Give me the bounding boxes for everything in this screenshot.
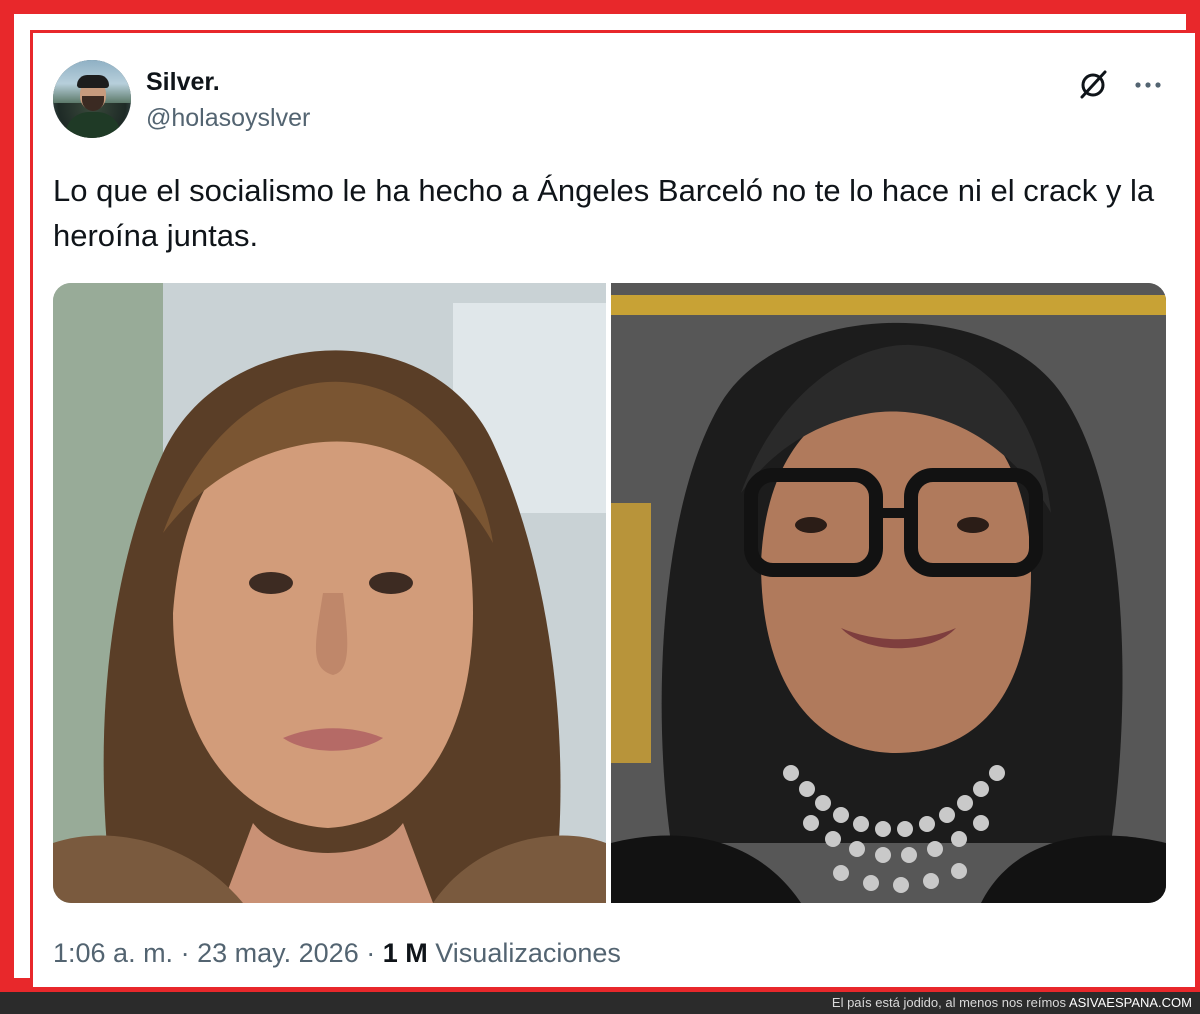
outer-red-frame: Silver. @holasoyslver Lo que el socialis… bbox=[0, 0, 1200, 992]
footer-brand[interactable]: ASIVAESPANA.COM bbox=[1069, 995, 1192, 1010]
meta-separator: · bbox=[180, 938, 190, 968]
photo-older-woman[interactable] bbox=[611, 283, 1166, 903]
watermark-footer: El país está jodido, al menos nos reímos… bbox=[0, 992, 1200, 1014]
author-handle[interactable]: @holasoyslver bbox=[146, 104, 310, 133]
more-options-button[interactable] bbox=[1128, 65, 1168, 105]
tweet-text: Lo que el socialismo le ha hecho a Ángel… bbox=[53, 173, 1155, 253]
views-count: 1 M bbox=[382, 938, 428, 968]
tweet-card: Silver. @holasoyslver Lo que el socialis… bbox=[30, 30, 1198, 990]
photo-young-woman[interactable] bbox=[53, 283, 606, 903]
meta-separator: · bbox=[366, 938, 376, 968]
young-woman-portrait bbox=[53, 283, 606, 903]
more-dots-icon bbox=[1135, 82, 1161, 88]
footer-caption: El país está jodido, al menos nos reímos bbox=[831, 995, 1067, 1010]
grok-slash-icon bbox=[1080, 70, 1107, 99]
avatar-cap bbox=[77, 75, 109, 88]
avatar-body bbox=[65, 112, 121, 138]
author-avatar[interactable] bbox=[53, 60, 131, 138]
tweet-time[interactable]: 1:06 a. m. bbox=[53, 938, 173, 968]
tweet-meta: 1:06 a. m. · 23 may. 2026 · 1 M Visualiz… bbox=[53, 938, 621, 969]
older-woman-portrait bbox=[611, 283, 1166, 903]
tweet-date[interactable]: 23 may. 2026 bbox=[197, 938, 359, 968]
author-name[interactable]: Silver. bbox=[146, 68, 220, 97]
views-label: Visualizaciones bbox=[435, 938, 621, 968]
grok-button[interactable] bbox=[1073, 65, 1113, 105]
tweet-media[interactable] bbox=[53, 283, 1166, 903]
avatar-beard bbox=[82, 96, 104, 111]
